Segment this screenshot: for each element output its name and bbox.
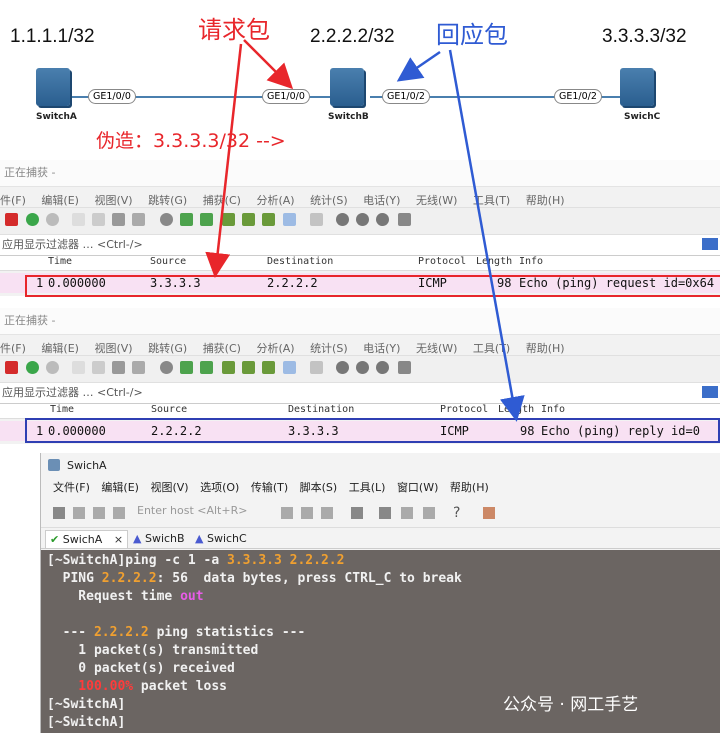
arrow-reply-to-port xyxy=(396,50,441,82)
arrow-request-to-port xyxy=(243,39,294,90)
arrow-request-to-capture xyxy=(205,43,243,278)
annotation-arrows xyxy=(205,39,525,422)
arrow-reply-to-capture xyxy=(448,49,525,422)
